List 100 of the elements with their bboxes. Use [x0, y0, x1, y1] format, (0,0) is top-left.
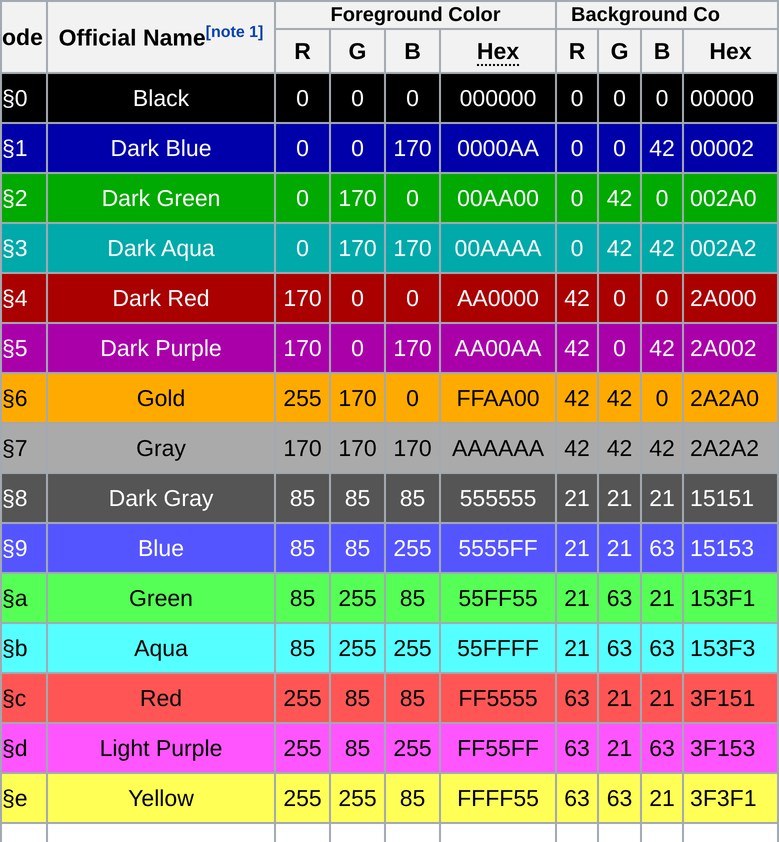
table-cell: 21	[556, 573, 598, 623]
table-cell: 3F151	[683, 673, 778, 723]
table-cell: 170	[330, 173, 385, 223]
table-cell: 255	[275, 723, 330, 773]
table-cell: AA0000	[440, 273, 556, 323]
table-cell: 42	[641, 123, 684, 173]
table-cell: 21	[598, 523, 642, 573]
table-cell: 0	[556, 173, 598, 223]
table-cell: §8	[1, 473, 47, 523]
table-cell: 170	[385, 323, 440, 373]
table-cell: AAAAAA	[440, 423, 556, 473]
table-cell: 0	[641, 173, 684, 223]
table-cell: 0	[275, 73, 330, 123]
column-header: Hex	[709, 38, 752, 64]
table-cell: 42	[598, 173, 642, 223]
table-cell: §e	[1, 773, 47, 823]
table-cell: §2	[1, 173, 47, 223]
table-cell: 85	[330, 673, 385, 723]
table-cell: 170	[330, 223, 385, 273]
column-header: R	[568, 38, 586, 64]
table-cell: 85	[275, 523, 330, 573]
table-cell: 42	[556, 373, 598, 423]
table-cell: 153F1	[683, 573, 778, 623]
table-cell: FF5555	[440, 673, 556, 723]
table-cell: 0	[385, 373, 440, 423]
table-cell: 63	[641, 723, 684, 773]
table-cell: 0	[275, 123, 330, 173]
table-cell: §a	[1, 573, 47, 623]
table-cell: 42	[556, 273, 598, 323]
table-cell: 42	[641, 323, 684, 373]
table-cell: 63	[556, 673, 598, 723]
table-cell: 85	[330, 523, 385, 573]
table-cell: 42	[556, 323, 598, 373]
table-cell: §9	[1, 523, 47, 573]
table-cell: 42	[556, 423, 598, 473]
table-cell: 0	[385, 73, 440, 123]
table-cell: 0	[330, 323, 385, 373]
table-cell: 21	[598, 723, 642, 773]
table-cell: §4	[1, 273, 47, 323]
table-cell: §6	[1, 373, 47, 423]
table-cell: §3	[1, 223, 47, 273]
table-cell: 55FF55	[440, 573, 556, 623]
table-cell: 42	[641, 423, 684, 473]
table-cell: 170	[385, 223, 440, 273]
color-name-cell: Gray	[47, 423, 275, 473]
table-cell: 0	[275, 173, 330, 223]
table-cell: 85	[385, 673, 440, 723]
table-cell: 00AAAA	[440, 223, 556, 273]
color-name-cell: Red	[47, 673, 275, 723]
table-cell: 0	[598, 123, 642, 173]
table-cell: 0000AA	[440, 123, 556, 173]
column-header: B	[404, 38, 421, 64]
table-cell: 0	[556, 73, 598, 123]
table-cell: 21	[641, 573, 684, 623]
table-cell: 3F153	[683, 723, 778, 773]
table-cell: 63	[598, 623, 642, 673]
table-cell: 21	[641, 473, 684, 523]
table-cell: 00AA00	[440, 173, 556, 223]
table-cell: 21	[641, 673, 684, 723]
table-cell: 63	[641, 523, 684, 573]
table-cell: 2A2A2	[683, 423, 778, 473]
table-cell: §1	[1, 123, 47, 173]
table-cell: §5	[1, 323, 47, 373]
table-cell: 255	[330, 573, 385, 623]
table-cell: 85	[275, 473, 330, 523]
note-link[interactable]: [note 1]	[206, 24, 264, 41]
color-name-cell: Dark Aqua	[47, 223, 275, 273]
table-cell: 000000	[440, 73, 556, 123]
table-cell: 255	[330, 773, 385, 823]
table-cell: 00000	[683, 73, 778, 123]
table-cell: 0	[330, 73, 385, 123]
column-header: Official Name	[58, 24, 206, 50]
table-cell: 0	[556, 123, 598, 173]
table-cell: 0	[330, 123, 385, 173]
table-cell: 170	[330, 373, 385, 423]
table-cell: 555555	[440, 473, 556, 523]
table-cell: 153F3	[683, 623, 778, 673]
table-cell: 0	[330, 273, 385, 323]
table-cell: 0	[275, 223, 330, 273]
table-cell: 002A0	[683, 173, 778, 223]
table-cell: §0	[1, 73, 47, 123]
table-cell: 002A2	[683, 223, 778, 273]
table-cell: 0	[598, 323, 642, 373]
table-cell: 255	[385, 623, 440, 673]
column-group-header: Background Co	[556, 1, 778, 29]
table-cell: 21	[556, 523, 598, 573]
table-cell: 85	[385, 573, 440, 623]
column-header: B	[654, 38, 670, 64]
table-cell: 0	[641, 73, 684, 123]
table-cell: 15153	[683, 523, 778, 573]
table-cell: 63	[556, 723, 598, 773]
table-cell: 42	[641, 223, 684, 273]
color-name-cell: Aqua	[47, 623, 275, 673]
table-cell: §7	[1, 423, 47, 473]
table-cell: 42	[598, 423, 642, 473]
table-cell: 255	[275, 373, 330, 423]
table-cell: 63	[641, 623, 684, 673]
table-cell: 170	[275, 423, 330, 473]
table-cell: AA00AA	[440, 323, 556, 373]
table-cell: 21	[598, 673, 642, 723]
